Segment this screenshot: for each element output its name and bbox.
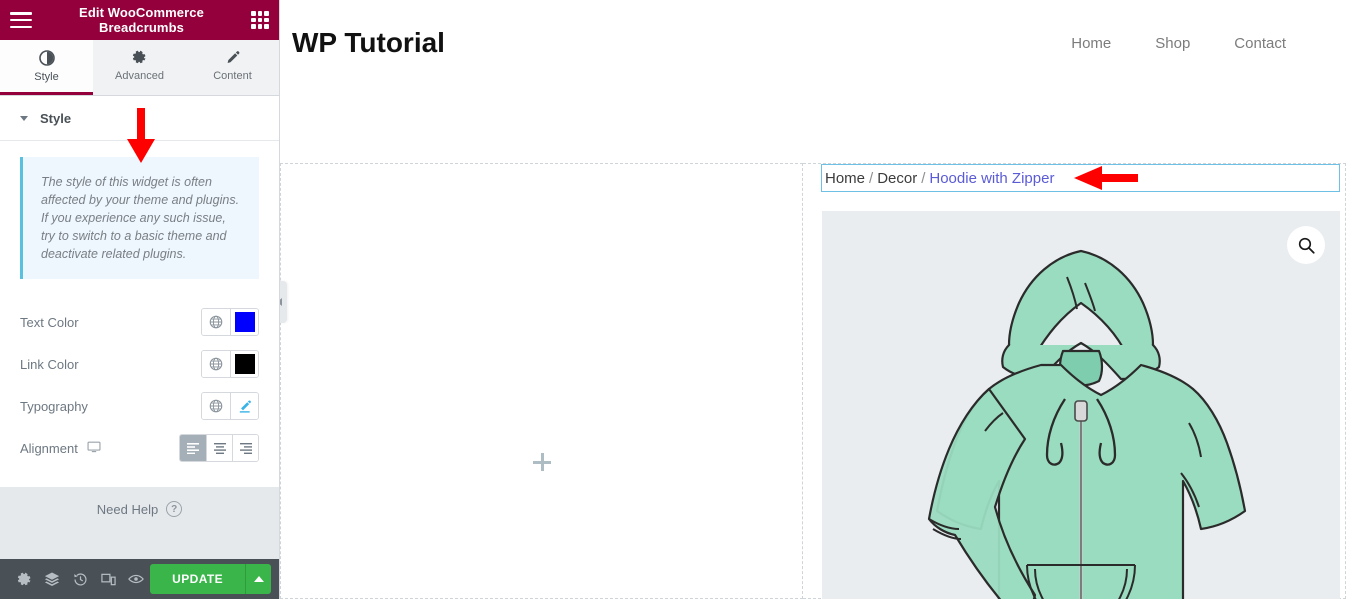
preview-eye-icon[interactable] (122, 559, 150, 599)
control-typography-label: Typography (20, 398, 88, 414)
editor-panel: Edit WooCommerce Breadcrumbs Style Advan… (0, 0, 280, 599)
link-color-controls (201, 350, 259, 378)
update-button[interactable]: UPDATE (150, 564, 246, 594)
panel-tabs: Style Advanced Content (0, 40, 279, 96)
contrast-icon (38, 49, 55, 66)
panel-body: Style The style of this widget is often … (0, 96, 279, 559)
alignment-options (179, 434, 259, 462)
need-help-label: Need Help (96, 501, 159, 517)
tab-advanced[interactable]: Advanced (93, 40, 186, 95)
align-left-button[interactable] (180, 435, 206, 461)
globe-icon[interactable] (202, 309, 230, 335)
style-controls: The style of this widget is often affect… (0, 141, 279, 487)
tab-advanced-label: Advanced (115, 70, 164, 82)
question-circle-icon: ? (166, 501, 183, 517)
elementor-editor: Edit WooCommerce Breadcrumbs Style Advan… (0, 0, 1346, 599)
tab-style-label: Style (34, 70, 59, 83)
column-left-empty[interactable] (280, 163, 803, 599)
gear-icon (132, 50, 147, 65)
panel-footer: UPDATE (0, 559, 279, 599)
product-image[interactable] (822, 211, 1340, 599)
plus-add-icon[interactable] (532, 453, 551, 471)
panel-title: Edit WooCommerce Breadcrumbs (79, 5, 204, 35)
control-link-color: Link Color (20, 343, 259, 385)
site-header: WP Tutorial Home Shop Contact (280, 0, 1346, 86)
preview-canvas: WP Tutorial Home Shop Contact Home / Dec… (280, 0, 1346, 599)
chevron-down-icon (20, 115, 28, 121)
pencil-edit-icon[interactable] (230, 393, 258, 419)
nav-item-contact[interactable]: Contact (1234, 35, 1286, 52)
hamburger-icon[interactable] (10, 12, 32, 28)
tab-content[interactable]: Content (186, 40, 279, 95)
update-button-group: UPDATE (150, 564, 272, 594)
section-row: Home / Decor / Hoodie with Zipper (280, 163, 1346, 599)
breadcrumb-item-current: Hoodie with Zipper (929, 169, 1055, 187)
history-icon[interactable] (66, 559, 94, 599)
control-typography: Typography (20, 385, 259, 427)
globe-icon[interactable] (202, 351, 230, 377)
color-swatch-blue (234, 312, 255, 332)
responsive-mode-icon[interactable] (94, 559, 122, 599)
update-options-button[interactable] (245, 564, 272, 594)
align-right-button[interactable] (232, 435, 258, 461)
control-alignment: Alignment (20, 427, 259, 469)
control-alignment-label: Alignment (20, 440, 101, 457)
hoodie-illustration (927, 249, 1247, 599)
chevron-left-icon (280, 298, 282, 306)
breadcrumb-item-home[interactable]: Home (825, 170, 865, 187)
section-style-header[interactable]: Style (0, 96, 279, 141)
need-help-link[interactable]: Need Help ? (0, 501, 279, 517)
control-link-color-label: Link Color (20, 356, 79, 372)
breadcrumb[interactable]: Home / Decor / Hoodie with Zipper (821, 164, 1340, 192)
column-right-product: Home / Decor / Hoodie with Zipper (803, 163, 1346, 599)
control-text-color: Text Color (20, 301, 259, 343)
text-color-swatch[interactable] (230, 309, 258, 335)
tab-style[interactable]: Style (0, 40, 93, 95)
breadcrumb-separator: / (921, 169, 926, 187)
text-color-controls (201, 308, 259, 336)
link-color-swatch[interactable] (230, 351, 258, 377)
caret-up-icon (253, 576, 264, 582)
typography-controls (201, 392, 259, 420)
breadcrumb-item-decor[interactable]: Decor (877, 170, 917, 187)
nav-item-home[interactable]: Home (1071, 35, 1111, 52)
tab-content-label: Content (213, 70, 252, 82)
style-notice: The style of this widget is often affect… (20, 157, 259, 279)
panel-collapse-handle[interactable] (280, 281, 287, 323)
breadcrumb-separator: / (869, 169, 874, 187)
pencil-icon (225, 50, 240, 65)
navigator-layers-icon[interactable] (38, 559, 66, 599)
site-nav: Home Shop Contact (1071, 35, 1286, 52)
grid-apps-icon[interactable] (251, 11, 269, 29)
control-text-color-label: Text Color (20, 314, 79, 330)
globe-icon[interactable] (202, 393, 230, 419)
magnifier-icon[interactable] (1287, 226, 1325, 264)
align-center-button[interactable] (206, 435, 232, 461)
panel-header: Edit WooCommerce Breadcrumbs (0, 0, 279, 40)
section-style-label: Style (40, 110, 72, 126)
nav-item-shop[interactable]: Shop (1155, 35, 1190, 52)
settings-gear-icon[interactable] (10, 559, 38, 599)
color-swatch-black (234, 354, 255, 374)
site-title: WP Tutorial (292, 27, 445, 58)
desktop-icon[interactable] (87, 440, 101, 457)
